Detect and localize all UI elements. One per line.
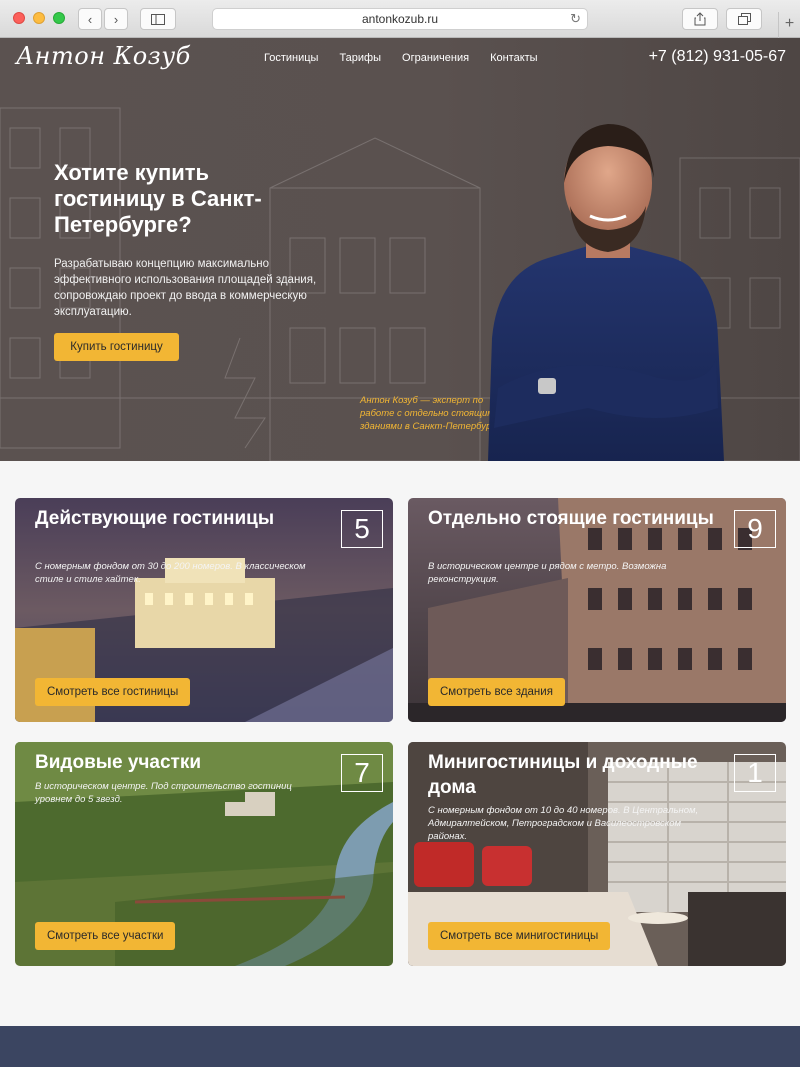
hero-section: Антон Козуб Гостиницы Тарифы Ограничения… bbox=[0, 38, 800, 461]
card-subtitle: В историческом центре. Под строительство… bbox=[35, 781, 292, 805]
url-text: antonkozub.ru bbox=[361, 12, 439, 26]
view-all-minihotels-button[interactable]: Смотреть все минигостиницы bbox=[428, 922, 611, 950]
expert-photo bbox=[488, 124, 724, 461]
tabs-icon[interactable] bbox=[726, 8, 762, 30]
card-title: Действующие гостиницы bbox=[35, 508, 275, 529]
count-badge: 9 bbox=[734, 510, 776, 548]
card-title: Отдельно стоящие гостиницы bbox=[428, 508, 714, 529]
hero-title: Хотите купить гостиницу в Санкт-Петербур… bbox=[54, 160, 262, 237]
sidebar-icon[interactable] bbox=[140, 8, 176, 30]
main-menu: Гостиницы Тарифы Ограничения Контакты bbox=[264, 52, 559, 64]
card-title: Видовые участки bbox=[35, 752, 202, 773]
share-icon[interactable] bbox=[682, 8, 718, 30]
card-standalone-hotels[interactable]: Отдельно стоящие гостиницы 9 В историчес… bbox=[408, 498, 786, 722]
forward-icon[interactable]: › bbox=[104, 8, 128, 30]
hero-description: Разрабатываю концепцию максимально эффек… bbox=[54, 258, 317, 318]
close-window-button[interactable] bbox=[13, 12, 25, 24]
card-subtitle: С номерным фондом от 10 до 40 номеров. В… bbox=[428, 805, 699, 842]
new-tab-icon[interactable]: + bbox=[778, 12, 800, 38]
address-bar[interactable]: antonkozub.ru ↻ bbox=[212, 8, 588, 30]
view-all-buildings-button[interactable]: Смотреть все здания bbox=[428, 678, 565, 706]
count-badge: 1 bbox=[734, 754, 776, 792]
top-navigation: Антон Козуб Гостиницы Тарифы Ограничения… bbox=[0, 38, 800, 82]
zoom-window-button[interactable] bbox=[53, 12, 65, 24]
card-view-plots[interactable]: Видовые участки 7 В историческом центре.… bbox=[15, 742, 393, 966]
count-badge: 7 bbox=[341, 754, 383, 792]
next-section-strip bbox=[0, 1026, 800, 1067]
card-active-hotels[interactable]: Действующие гостиницы 5 С номерным фондо… bbox=[15, 498, 393, 722]
view-all-plots-button[interactable]: Смотреть все участки bbox=[35, 922, 176, 950]
site-logo[interactable]: Антон Козуб bbox=[16, 42, 191, 70]
card-title: Минигостиницы и доходные дома bbox=[428, 752, 698, 798]
phone-number[interactable]: +7 (812) 931-05-67 bbox=[649, 48, 786, 66]
count-badge: 5 bbox=[341, 510, 383, 548]
minimize-window-button[interactable] bbox=[33, 12, 45, 24]
view-all-hotels-button[interactable]: Смотреть все гостиницы bbox=[35, 678, 191, 706]
card-subtitle: В историческом центре и рядом с метро. В… bbox=[428, 561, 667, 585]
buy-hotel-button[interactable]: Купить гостиницу bbox=[54, 333, 179, 361]
back-icon[interactable]: ‹ bbox=[78, 8, 102, 30]
menu-item-hotels[interactable]: Гостиницы bbox=[264, 52, 318, 64]
card-mini-hotels[interactable]: Минигостиницы и доходные дома 1 С номерн… bbox=[408, 742, 786, 966]
reload-icon[interactable]: ↻ bbox=[570, 9, 581, 29]
menu-item-restrictions[interactable]: Ограничения bbox=[402, 52, 469, 64]
menu-item-tariffs[interactable]: Тарифы bbox=[339, 52, 381, 64]
browser-toolbar: ‹ › antonkozub.ru ↻ + bbox=[0, 0, 800, 38]
card-subtitle: С номерным фондом от 30 до 200 номеров. … bbox=[35, 561, 306, 585]
menu-item-contacts[interactable]: Контакты bbox=[490, 52, 538, 64]
